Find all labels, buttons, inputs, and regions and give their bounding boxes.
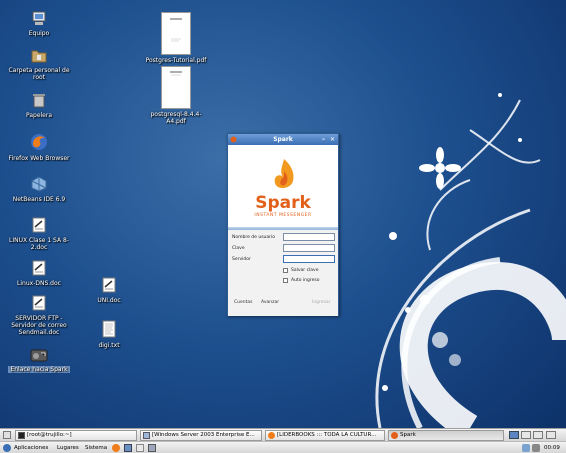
username-label: Nombre de usuario	[232, 235, 276, 240]
desktop-icon-papelera[interactable]: Papelera	[6, 92, 72, 119]
desktop-icon-equipo[interactable]: Equipo	[6, 10, 72, 37]
workspace-4-icon[interactable]	[546, 431, 556, 439]
spark-shortcut-icon	[4, 348, 74, 364]
desktop-icon-label: LINUX Clase 1 SA 8-2.doc	[9, 237, 69, 251]
netbeans-icon	[6, 176, 72, 194]
spark-brand-text: Spark	[255, 193, 311, 213]
desktop-icon-label: UNI.doc	[97, 297, 121, 304]
menu-places[interactable]: Lugares	[57, 442, 79, 453]
server-input[interactable]	[283, 255, 335, 263]
desktop-icon-digi-txt[interactable]: digi.txt	[76, 320, 142, 349]
firefox-icon	[268, 432, 275, 439]
task-label: [Windows Server 2003 Enterprise E...	[152, 432, 255, 438]
desktop-icon-firefox[interactable]: Firefox Web Browser	[6, 133, 72, 162]
desktop-icon-label: Papelera	[25, 112, 53, 119]
task-label: [LIDERBOOKS ::: TODA LA CULTUR...	[277, 432, 377, 438]
minimize-icon[interactable]: –	[320, 136, 327, 143]
computer-icon	[6, 10, 72, 28]
desktop-icon-servidor-ftp[interactable]: SERVIDOR FTP - Servidor de correo Sendma…	[6, 295, 72, 336]
desktop-icon-label: Firefox Web Browser	[8, 155, 70, 162]
desktop-icon-label: Equipo	[28, 30, 50, 37]
document-icon	[76, 277, 142, 295]
spark-flame-logo	[274, 159, 294, 189]
advanced-link[interactable]: Avanzar	[261, 300, 279, 305]
bottom-taskbar: [root@trujillo:~] [Windows Server 2003 E…	[0, 428, 566, 441]
notes-launcher-icon[interactable]	[136, 444, 144, 452]
home-folder-icon	[6, 47, 72, 65]
firefox-launcher-icon[interactable]	[112, 444, 120, 452]
desktop-icon-label: postgresql-8.4.4-A4.pdf	[150, 111, 202, 125]
save-password-checkbox[interactable]	[283, 268, 288, 273]
desktop-icon-label: Carpeta personal de root	[8, 67, 70, 81]
workspace-1-icon[interactable]	[509, 431, 519, 439]
menu-applications[interactable]: Aplicaciones	[14, 442, 48, 453]
show-desktop-icon[interactable]	[3, 431, 11, 439]
spark-app-icon	[230, 136, 237, 143]
email-launcher-icon[interactable]	[124, 444, 132, 452]
username-input[interactable]	[283, 233, 335, 241]
close-icon[interactable]: ✕	[329, 136, 336, 143]
password-input[interactable]	[283, 244, 335, 252]
menu-system[interactable]: Sistema	[85, 442, 107, 453]
pdf-thumbnail-icon	[161, 12, 191, 55]
desktop-icon-enlace-spark[interactable]: Enlace hacia Spark	[4, 348, 74, 373]
text-file-icon	[76, 320, 142, 340]
window-titlebar[interactable]: Spark – ✕	[228, 134, 338, 145]
desktop-icon-postgresql[interactable]: postgresql-8.4.4-A4.pdf	[143, 66, 209, 125]
task-label: [root@trujillo:~]	[27, 432, 72, 438]
desktop-icon-postgres-tutorial[interactable]: Postgres-Tutorial.pdf	[143, 12, 209, 64]
spark-login-window: Spark – ✕ Spark INSTANT MESSENGER Nombre…	[227, 133, 339, 316]
auto-login-checkbox[interactable]	[283, 278, 288, 283]
vm-icon	[143, 432, 150, 439]
save-password-label: Salvar clave	[291, 268, 319, 273]
terminal-icon	[18, 432, 25, 439]
task-liderbooks[interactable]: [LIDERBOOKS ::: TODA LA CULTUR...	[265, 430, 385, 441]
desktop-icon-label: SERVIDOR FTP - Servidor de correo Sendma…	[11, 315, 67, 336]
pdf-thumbnail-icon	[161, 66, 191, 109]
menu-panel: Aplicaciones Lugares Sistema 00:09	[0, 441, 566, 453]
desktop-icon-label: Postgres-Tutorial.pdf	[145, 57, 207, 64]
desktop-icon-label: Linux-DNS.doc	[17, 280, 61, 287]
trash-icon	[6, 92, 72, 110]
spark-banner: Spark INSTANT MESSENGER	[228, 145, 338, 227]
desktop-icon-linux-dns[interactable]: Linux-DNS.doc	[6, 260, 72, 287]
document-icon	[6, 217, 72, 235]
task-label: Spark	[400, 432, 416, 438]
desktop-icon-carpeta[interactable]: Carpeta personal de root	[6, 47, 72, 81]
desktop-icon-linux-clase[interactable]: LINUX Clase 1 SA 8-2.doc	[6, 217, 72, 251]
desktop-icon-uni-doc[interactable]: UNI.doc	[76, 277, 142, 304]
task-windows-server[interactable]: [Windows Server 2003 Enterprise E...	[140, 430, 262, 441]
auto-login-label: Auto ingreso	[291, 278, 320, 283]
server-label: Servidor	[232, 257, 251, 262]
document-icon	[6, 295, 72, 313]
task-spark[interactable]: Spark	[388, 430, 504, 441]
document-icon	[6, 260, 72, 278]
login-form: Nombre de usuario Clave Servidor Salvar …	[228, 230, 338, 316]
workspace-2-icon[interactable]	[521, 431, 531, 439]
files-launcher-icon[interactable]	[148, 444, 156, 452]
desktop-icon-label: NetBeans IDE 6.9	[12, 196, 66, 203]
distro-logo-icon	[3, 444, 11, 452]
accounts-link[interactable]: Cuentas	[234, 300, 252, 305]
password-label: Clave	[232, 246, 245, 251]
workspace-3-icon[interactable]	[533, 431, 543, 439]
task-terminal[interactable]: [root@trujillo:~]	[15, 430, 137, 441]
desktop-icon-label: Enlace hacia Spark	[8, 366, 70, 373]
firefox-icon	[6, 133, 72, 153]
network-status-icon[interactable]	[522, 444, 530, 452]
clock[interactable]: 00:09	[544, 442, 560, 453]
window-title: Spark	[273, 136, 293, 143]
desktop-icon-label: digi.txt	[98, 342, 120, 349]
desktop-icon-netbeans[interactable]: NetBeans IDE 6.9	[6, 176, 72, 203]
spark-tagline: INSTANT MESSENGER	[254, 213, 312, 218]
volume-icon[interactable]	[532, 444, 540, 452]
spark-icon	[391, 432, 398, 439]
login-button[interactable]: Ingresar	[312, 300, 331, 305]
